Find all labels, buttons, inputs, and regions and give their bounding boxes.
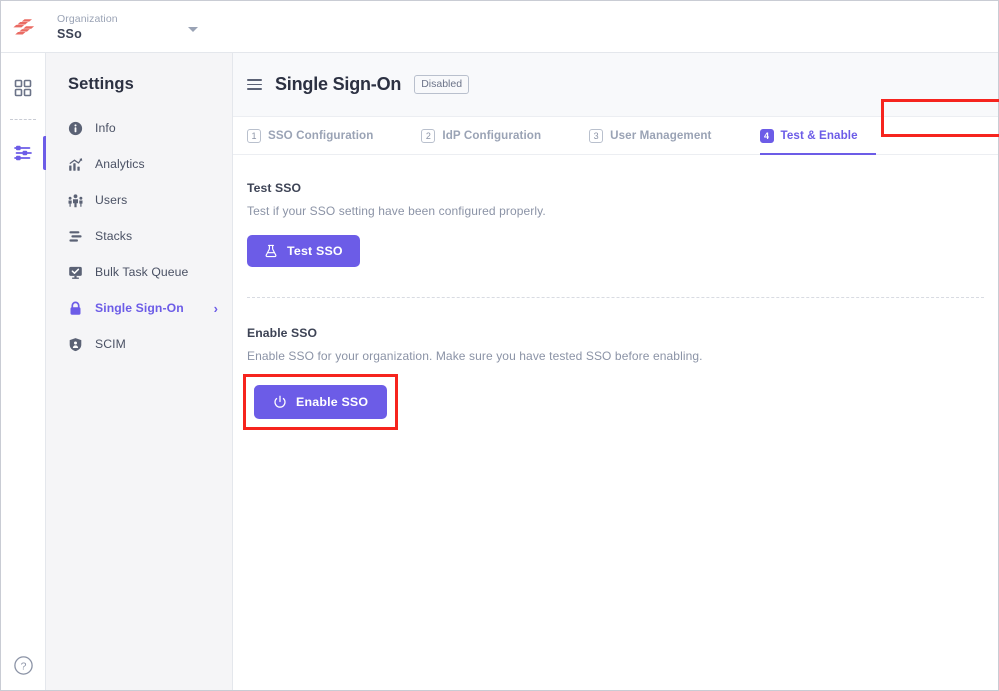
sidebar-item-scim[interactable]: SCIM	[46, 326, 232, 362]
stacks-layers-icon	[68, 229, 83, 244]
tab-idp-configuration[interactable]: 2 IdP Configuration	[391, 117, 559, 154]
sidebar-item-label: Users	[95, 193, 127, 207]
section-divider	[247, 297, 984, 298]
page-title: Single Sign-On	[275, 74, 401, 95]
tab-number: 1	[247, 129, 261, 143]
main-header: Single Sign-On Disabled	[233, 53, 998, 117]
app-window: Organization SSo	[0, 0, 999, 691]
sidebar-item-users[interactable]: Users	[46, 182, 232, 218]
top-bar: Organization SSo	[1, 1, 998, 53]
enable-sso-button-label: Enable SSO	[296, 395, 368, 409]
settings-sidebar: Settings Info	[46, 53, 233, 690]
analytics-chart-icon	[68, 157, 83, 172]
flask-beaker-icon	[264, 244, 278, 258]
rail-item-settings[interactable]	[1, 132, 46, 174]
test-sso-button[interactable]: Test SSO	[247, 235, 360, 267]
sidebar-item-label: Stacks	[95, 229, 132, 243]
organization-label: Organization	[57, 13, 118, 25]
chevron-down-icon[interactable]	[188, 27, 198, 32]
test-sso-description: Test if your SSO setting have been confi…	[247, 204, 998, 218]
test-sso-section: Test SSO Test if your SSO setting have b…	[247, 181, 998, 267]
hamburger-menu-icon[interactable]	[247, 79, 262, 90]
tab-sso-configuration[interactable]: 1 SSO Configuration	[247, 117, 391, 154]
company-logo-icon	[11, 14, 37, 40]
sidebar-item-info[interactable]: Info	[46, 110, 232, 146]
enable-sso-button[interactable]: Enable SSO	[254, 385, 387, 419]
sidebar-item-label: Bulk Task Queue	[95, 265, 188, 279]
tab-number: 2	[421, 129, 435, 143]
organization-selector[interactable]: Organization SSo	[47, 13, 198, 41]
grid-apps-icon	[14, 79, 32, 97]
sidebar-item-label: SCIM	[95, 337, 126, 351]
info-circle-icon	[68, 121, 83, 136]
help-button[interactable]: ?	[1, 655, 45, 676]
tab-number: 4	[760, 129, 774, 143]
main-panel: Single Sign-On Disabled 1 SSO Configurat…	[233, 53, 998, 690]
highlight-box-enable-button: Enable SSO	[243, 374, 398, 430]
sidebar-title: Settings	[46, 75, 232, 110]
rail-divider	[10, 119, 36, 120]
tab-label: SSO Configuration	[268, 129, 373, 142]
sidebar-item-label: Analytics	[95, 157, 145, 171]
rail-item-apps[interactable]	[1, 67, 46, 109]
chevron-right-icon: ›	[214, 301, 218, 316]
status-badge: Disabled	[414, 75, 469, 94]
sidebar-item-single-sign-on[interactable]: Single Sign-On ›	[46, 290, 232, 326]
tab-label: IdP Configuration	[442, 129, 541, 142]
enable-sso-section: Enable SSO Enable SSO for your organizat…	[247, 326, 998, 430]
tab-label: Test & Enable	[781, 129, 858, 142]
sidebar-item-analytics[interactable]: Analytics	[46, 146, 232, 182]
test-sso-title: Test SSO	[247, 181, 998, 195]
body-region: ? Settings Info	[1, 53, 998, 690]
test-sso-button-label: Test SSO	[287, 244, 343, 258]
tab-test-and-enable[interactable]: 4 Test & Enable	[730, 117, 876, 154]
enable-sso-description: Enable SSO for your organization. Make s…	[247, 349, 998, 363]
enable-sso-title: Enable SSO	[247, 326, 998, 340]
users-group-icon	[68, 193, 83, 208]
lock-icon	[68, 301, 83, 316]
sidebar-item-label: Single Sign-On	[95, 301, 184, 315]
svg-text:?: ?	[20, 661, 26, 673]
organization-name: SSo	[57, 27, 118, 41]
sidebar-item-bulk-task-queue[interactable]: Bulk Task Queue	[46, 254, 232, 290]
tab-label: User Management	[610, 129, 711, 142]
sidebar-item-stacks[interactable]: Stacks	[46, 218, 232, 254]
sliders-settings-icon	[13, 143, 33, 163]
sidebar-item-label: Info	[95, 121, 116, 135]
company-logo[interactable]	[1, 1, 47, 53]
content-area: Test SSO Test if your SSO setting have b…	[233, 155, 998, 690]
shield-user-icon	[68, 337, 83, 352]
task-queue-monitor-icon	[68, 265, 83, 280]
tab-number: 3	[589, 129, 603, 143]
power-icon	[273, 395, 287, 409]
icon-rail: ?	[1, 53, 46, 690]
question-circle-icon: ?	[13, 655, 34, 676]
tab-bar: 1 SSO Configuration 2 IdP Configuration …	[233, 117, 998, 155]
tab-user-management[interactable]: 3 User Management	[559, 117, 729, 154]
